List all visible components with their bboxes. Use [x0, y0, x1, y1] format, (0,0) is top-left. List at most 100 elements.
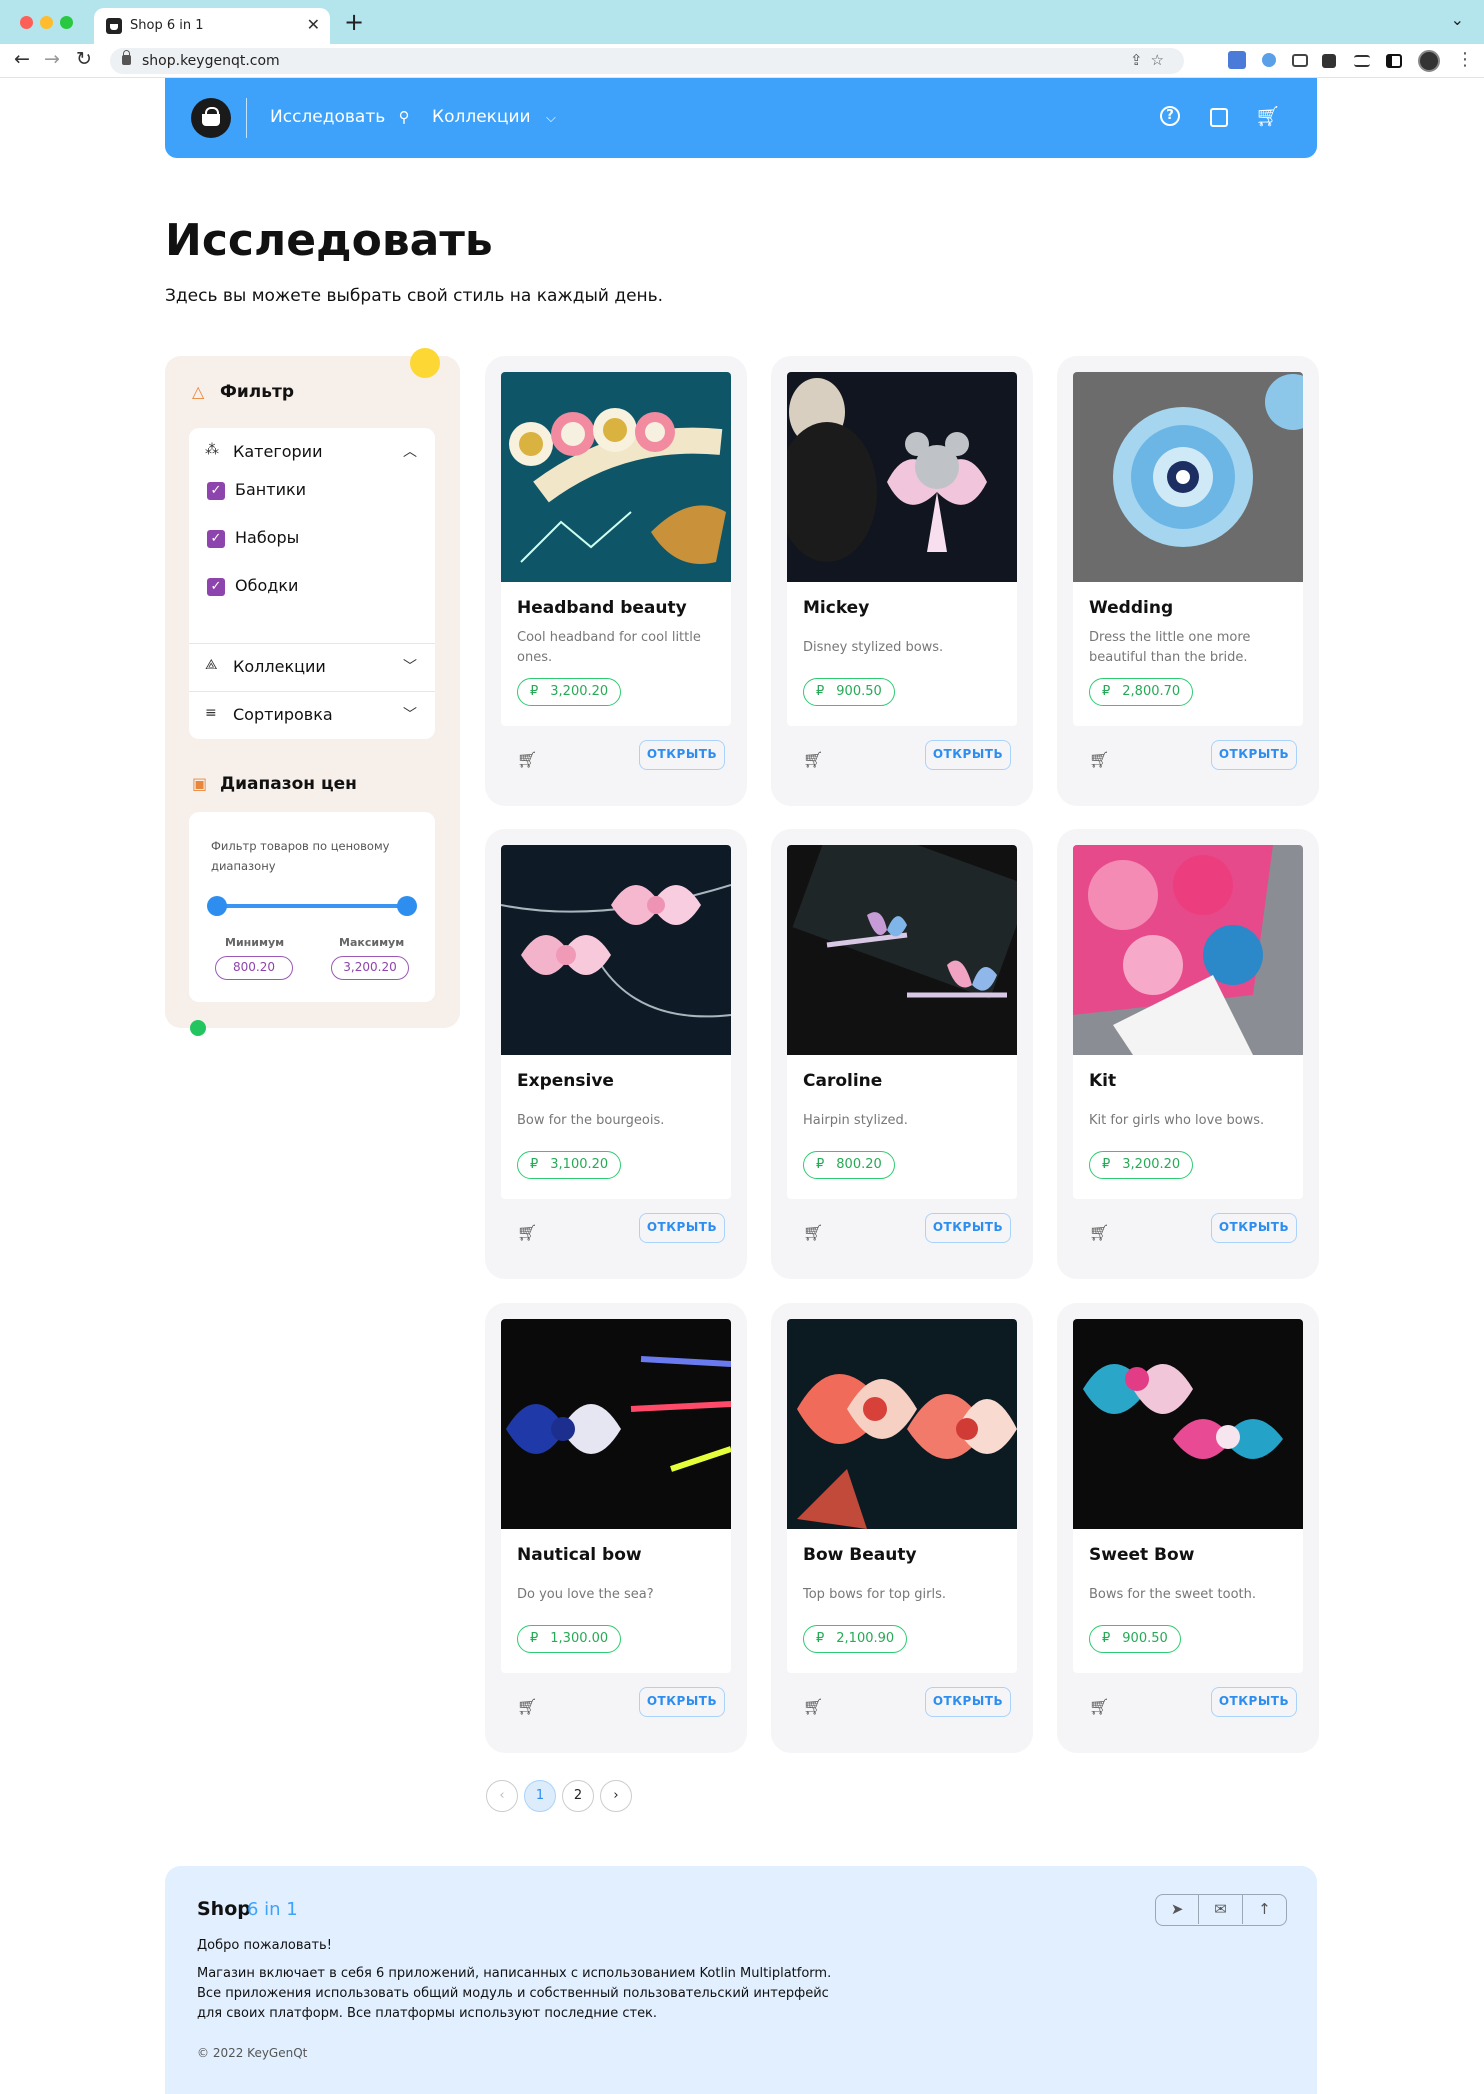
pagination-next-button[interactable]: › — [600, 1780, 632, 1812]
footer-welcome: Добро пожаловать! — [197, 1938, 332, 1953]
category-checkbox-headbands[interactable]: ✓ — [207, 578, 225, 596]
product-card-body[interactable]: Nautical bow Do you love the sea? ₽1,300… — [501, 1319, 731, 1673]
butterfly-hairpin-photo[interactable] — [787, 845, 1017, 1055]
browser-tab[interactable]: Shop 6 in 1 ✕ — [94, 8, 330, 44]
category-label-headbands[interactable]: Ободки — [235, 576, 298, 595]
open-product-button[interactable]: ОТКРЫТЬ — [639, 740, 725, 770]
category-checkbox-bows[interactable]: ✓ — [207, 482, 225, 500]
product-card: Kit Kit for girls who love bows. ₽3,200.… — [1057, 829, 1319, 1279]
product-description-text: Disney stylized bows. — [803, 640, 944, 655]
blue-flower-photo[interactable] — [1073, 372, 1303, 582]
nav-explore[interactable]: Исследовать ⚲ — [270, 107, 410, 127]
add-to-cart-icon[interactable]: 🛒︎ — [517, 750, 537, 769]
footer-brand-accent: 6 in 1 — [247, 1899, 298, 1920]
add-to-cart-icon[interactable]: 🛒︎ — [1089, 1223, 1109, 1242]
minimize-window-button[interactable] — [40, 16, 53, 29]
mail-icon[interactable]: ✉ — [1199, 1895, 1243, 1924]
pagination-page-1[interactable]: 1 — [524, 1780, 556, 1812]
product-card-body[interactable]: Sweet Bow Bows for the sweet tooth. ₽900… — [1073, 1319, 1303, 1673]
add-to-cart-icon[interactable]: 🛒︎ — [803, 1697, 823, 1716]
currency-symbol: ₽ — [530, 1631, 539, 1646]
open-product-button[interactable]: ОТКРЫТЬ — [925, 1213, 1011, 1243]
translate-extension-icon[interactable] — [1228, 51, 1246, 69]
add-to-cart-icon[interactable]: 🛒︎ — [517, 1697, 537, 1716]
forward-arrow-icon[interactable]: → — [44, 48, 60, 70]
footer-actions: ➤ ✉ ↑ — [1155, 1894, 1287, 1926]
sweet-bows-photo[interactable] — [1073, 1319, 1303, 1529]
scroll-to-top-icon[interactable]: ↑ — [1243, 1895, 1286, 1924]
tab-close-icon[interactable]: ✕ — [307, 15, 320, 34]
share-star-icons[interactable]: ⇪☆ — [1130, 51, 1172, 69]
categories-toggle[interactable]: ⁂ Категории ︿ — [189, 428, 435, 476]
pen-extension-icon[interactable] — [1262, 53, 1276, 67]
category-label-sets[interactable]: Наборы — [235, 528, 299, 547]
price-slider-min-handle[interactable] — [207, 896, 227, 916]
open-product-button[interactable]: ОТКРЫТЬ — [639, 1213, 725, 1243]
sort-toggle[interactable]: ≡ Сортировка ﹀ — [189, 691, 435, 739]
side-panel-icon[interactable] — [1386, 54, 1402, 68]
category-label-bows[interactable]: Бантики — [235, 480, 306, 499]
tab-title: Shop 6 in 1 — [130, 18, 204, 33]
pagination-prev-button[interactable]: ‹ — [486, 1780, 518, 1812]
new-tab-icon[interactable]: + — [344, 8, 364, 36]
shop-basket-logo-icon[interactable] — [191, 98, 231, 138]
pink-bows-photo[interactable] — [501, 845, 731, 1055]
open-product-button[interactable]: ОТКРЫТЬ — [639, 1687, 725, 1717]
open-product-button[interactable]: ОТКРЫТЬ — [925, 740, 1011, 770]
price-slider-track[interactable] — [217, 904, 407, 908]
open-product-button[interactable]: ОТКРЫТЬ — [1211, 740, 1297, 770]
add-to-cart-icon[interactable]: 🛒︎ — [803, 750, 823, 769]
shopping-bag-icon[interactable] — [1210, 108, 1228, 127]
price-slider-max-handle[interactable] — [397, 896, 417, 916]
headband-photo[interactable] — [501, 372, 731, 582]
bow-kit-photo[interactable] — [1073, 845, 1303, 1055]
profile-avatar[interactable] — [1418, 50, 1440, 72]
add-to-cart-icon[interactable]: 🛒︎ — [803, 1223, 823, 1242]
open-product-button[interactable]: ОТКРЫТЬ — [1211, 1213, 1297, 1243]
add-to-cart-icon[interactable]: 🛒︎ — [1089, 750, 1109, 769]
product-description-text: Bow for the bourgeois. — [517, 1113, 665, 1128]
product-card-body[interactable]: Expensive Bow for the bourgeois. ₽3,100.… — [501, 845, 731, 1199]
product-card-body[interactable]: Mickey Disney stylized bows. ₽900.50 — [787, 372, 1017, 726]
pagination-page-2[interactable]: 2 — [562, 1780, 594, 1812]
help-icon[interactable]: ? — [1160, 106, 1180, 126]
open-product-button[interactable]: ОТКРЫТЬ — [925, 1687, 1011, 1717]
footer-copyright: © 2022 KeyGenQt — [197, 2046, 308, 2060]
shapes-icon: △ — [192, 382, 205, 401]
lock-icon[interactable] — [122, 50, 131, 65]
product-price: 2,800.70 — [1122, 684, 1181, 699]
address-bar[interactable]: shop.keygenqt.com ⇪☆ — [110, 48, 1184, 74]
nav-collections[interactable]: Коллекции ⌵ — [432, 107, 556, 127]
product-description-text: Dress the little one more beautiful than… — [1089, 630, 1251, 665]
browser-menu-icon[interactable]: ⋮ — [1456, 49, 1474, 70]
cart-icon[interactable]: 🛒︎ — [1255, 104, 1280, 128]
product-card-body[interactable]: Bow Beauty Top bows for top girls. ₽2,10… — [787, 1319, 1017, 1673]
add-to-cart-icon[interactable]: 🛒︎ — [517, 1223, 537, 1242]
product-card-body[interactable]: Wedding Dress the little one more beauti… — [1073, 372, 1303, 726]
zoom-window-button[interactable] — [60, 16, 73, 29]
min-price-field[interactable]: 800.20 — [215, 956, 293, 980]
collections-toggle[interactable]: ⟁ Коллекции ﹀ — [189, 643, 435, 691]
min-label: Минимум — [225, 936, 285, 949]
back-arrow-icon[interactable]: ← — [14, 48, 30, 70]
reading-list-icon[interactable] — [1354, 55, 1370, 67]
nautical-bow-photo[interactable] — [501, 1319, 731, 1529]
filter-heading: △ Фильтр — [192, 382, 294, 402]
red-bows-photo[interactable] — [787, 1319, 1017, 1529]
product-price-badge: ₽3,200.20 — [517, 678, 622, 706]
mickey-bow-photo[interactable] — [787, 372, 1017, 582]
tab-search-chevron-icon[interactable]: ⌄ — [1451, 10, 1464, 29]
telegram-icon[interactable]: ➤ — [1156, 1895, 1200, 1924]
open-product-button[interactable]: ОТКРЫТЬ — [1211, 1687, 1297, 1717]
product-card-body[interactable]: Kit Kit for girls who love bows. ₽3,200.… — [1073, 845, 1303, 1199]
category-checkbox-sets[interactable]: ✓ — [207, 530, 225, 548]
extensions-puzzle-icon[interactable] — [1322, 54, 1336, 68]
product-card-body[interactable]: Caroline Hairpin stylized. ₽800.20 — [787, 845, 1017, 1199]
camera-extension-icon[interactable] — [1292, 54, 1308, 67]
price-tag-icon: ▣ — [192, 774, 208, 793]
add-to-cart-icon[interactable]: 🛒︎ — [1089, 1697, 1109, 1716]
max-price-field[interactable]: 3,200.20 — [331, 956, 409, 980]
product-card-body[interactable]: Headband beauty Cool headband for cool l… — [501, 372, 731, 726]
close-window-button[interactable] — [20, 16, 33, 29]
reload-icon[interactable]: ↻ — [76, 48, 92, 70]
